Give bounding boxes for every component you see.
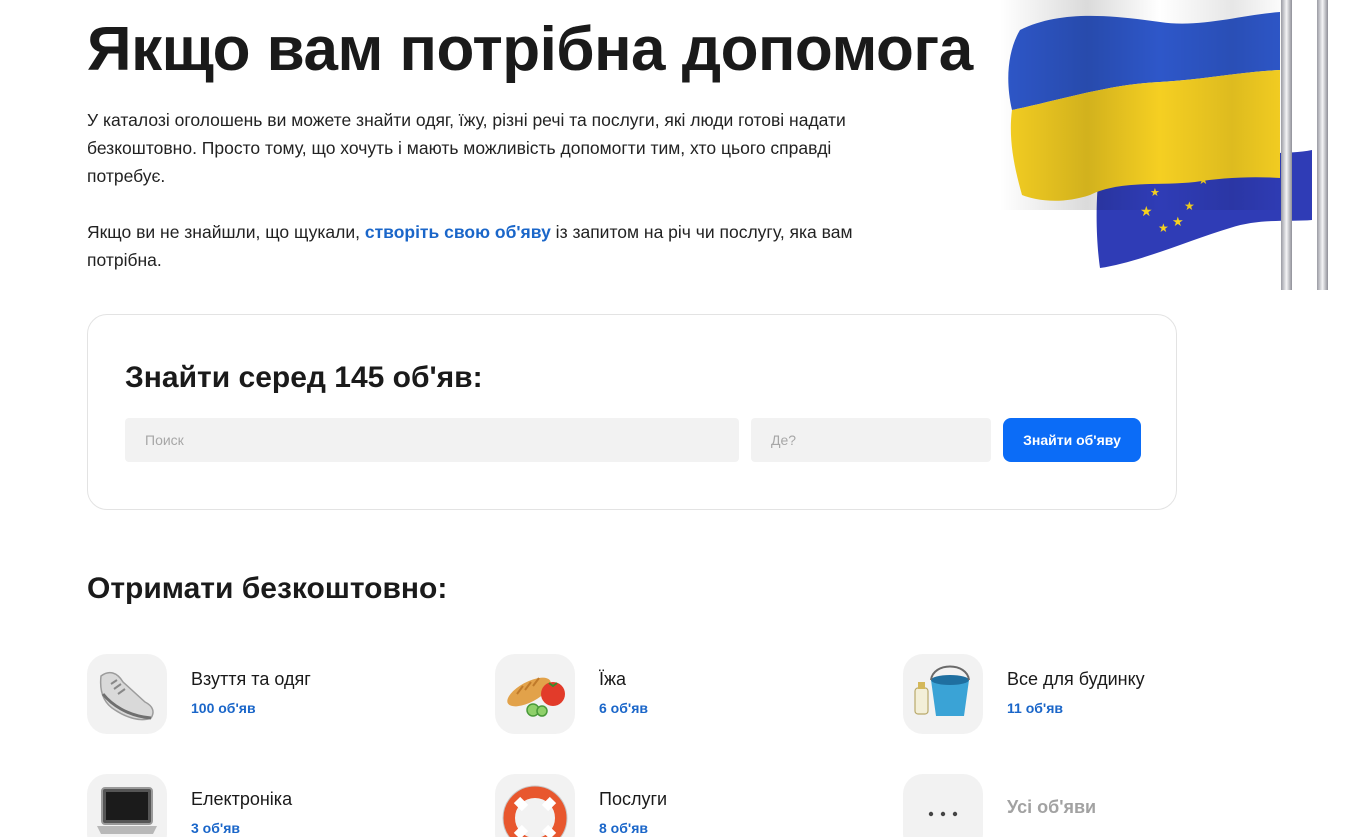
category-tile <box>495 654 575 734</box>
category-services[interactable]: Послуги 8 об'яв <box>495 774 875 837</box>
category-tile <box>87 654 167 734</box>
bucket-icon <box>914 665 970 716</box>
svg-text:★: ★ <box>1172 215 1184 230</box>
search-title-suffix: об'яв: <box>384 361 483 394</box>
location-input[interactable] <box>751 418 991 462</box>
category-tile <box>903 774 983 837</box>
category-name: Усі об'яви <box>1007 797 1097 817</box>
category-tile <box>495 774 575 837</box>
hero-paragraph-2: Якщо ви не знайшли, що щукали, створіть … <box>87 218 857 274</box>
search-title-prefix: Знайти серед <box>125 361 335 394</box>
laptop-icon <box>97 787 157 834</box>
category-electronics[interactable]: Електроніка 3 об'яв <box>87 774 467 837</box>
search-card: Знайти серед 145 об'яв: Знайти об'яву <box>87 314 1177 510</box>
category-name: Взуття та одяг <box>191 669 311 689</box>
category-name: Послуги <box>599 789 668 809</box>
category-home[interactable]: Все для будинку 11 об'яв <box>903 654 1283 736</box>
category-name: Все для будинку <box>1007 669 1145 689</box>
sneaker-icon <box>99 671 154 721</box>
category-count: 6 об'яв <box>599 700 648 716</box>
category-name: Їжа <box>599 669 627 689</box>
category-count: 11 об'яв <box>1007 700 1063 716</box>
flags-illustration: ★ ★ ★ ★ ★ ★ <box>1000 0 1371 290</box>
flagpole-1 <box>1281 0 1292 290</box>
category-name: Електроніка <box>191 789 293 809</box>
category-count: 8 об'яв <box>599 820 648 836</box>
category-tile <box>87 774 167 837</box>
hero-paragraph-1: У каталозі оголошень ви можете знайти од… <box>87 110 846 186</box>
category-all-listings[interactable]: Усі об'яви <box>903 774 1283 837</box>
search-input[interactable] <box>125 418 739 462</box>
search-title: Знайти серед 145 об'яв: <box>125 361 483 395</box>
lifebuoy-icon <box>502 785 568 837</box>
category-count: 3 об'яв <box>191 820 240 836</box>
flagpole-2 <box>1317 0 1328 290</box>
category-food[interactable]: Їжа 6 об'яв <box>495 654 875 736</box>
find-listing-button[interactable]: Знайти об'яву <box>1003 418 1141 462</box>
food-icon <box>507 677 565 717</box>
hero-paragraph-2-start: Якщо ви не знайшли, що щукали, <box>87 222 365 242</box>
categories-title: Отримати безкоштовно: <box>87 572 448 605</box>
more-dots-icon <box>928 811 958 817</box>
flags-image: ★ ★ ★ ★ ★ ★ <box>1000 0 1328 290</box>
hero-description: У каталозі оголошень ви можете знайти од… <box>87 106 857 274</box>
page-title: Якщо вам потрібна допомога <box>87 15 973 84</box>
create-listing-link[interactable]: створіть свою об'яву <box>365 222 551 242</box>
category-clothes-shoes[interactable]: Взуття та одяг 100 об'яв <box>87 654 467 736</box>
category-tile <box>903 654 983 734</box>
svg-text:★: ★ <box>1158 221 1169 235</box>
listing-count: 145 <box>334 361 385 394</box>
category-count: 100 об'яв <box>191 700 256 716</box>
